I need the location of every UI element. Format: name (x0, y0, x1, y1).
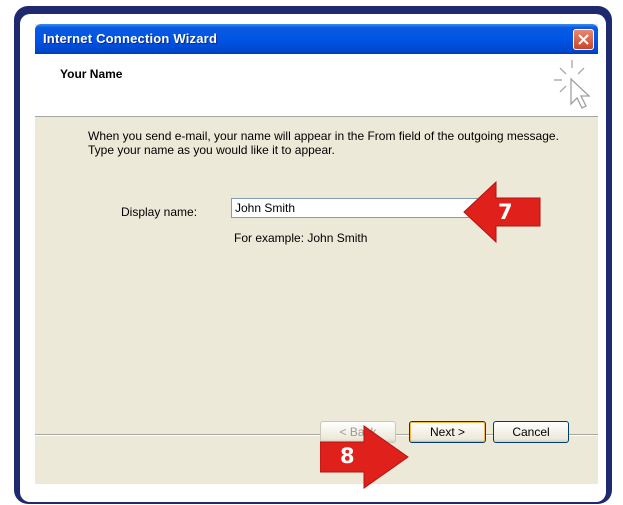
description-line-1: When you send e-mail, your name will app… (88, 129, 559, 143)
page-title: Your Name (60, 67, 123, 81)
step-7-number: 7 (498, 200, 513, 224)
wizard-window: Internet Connection Wizard Your Name Whe… (35, 24, 598, 484)
cancel-button[interactable]: Cancel (493, 421, 569, 443)
step-7-callout: 7 (462, 180, 544, 249)
close-icon (578, 34, 589, 45)
wizard-header: Your Name (35, 54, 598, 117)
display-name-input[interactable] (231, 198, 479, 218)
next-button[interactable]: Next > (409, 421, 486, 443)
arrow-callout-icon (319, 425, 409, 489)
step-8-callout: 8 (319, 424, 410, 495)
display-name-label: Display name: (121, 205, 198, 219)
wizard-cursor-icon (554, 60, 591, 109)
example-text: For example: John Smith (234, 231, 368, 245)
wizard-body: When you send e-mail, your name will app… (35, 117, 598, 434)
description-line-2: Type your name as you would like it to a… (88, 143, 335, 157)
step-8-number: 8 (340, 444, 355, 468)
title-bar[interactable]: Internet Connection Wizard (35, 24, 598, 54)
description-text: When you send e-mail, your name will app… (88, 129, 559, 157)
window-title: Internet Connection Wizard (43, 31, 218, 46)
close-button[interactable] (573, 29, 594, 50)
